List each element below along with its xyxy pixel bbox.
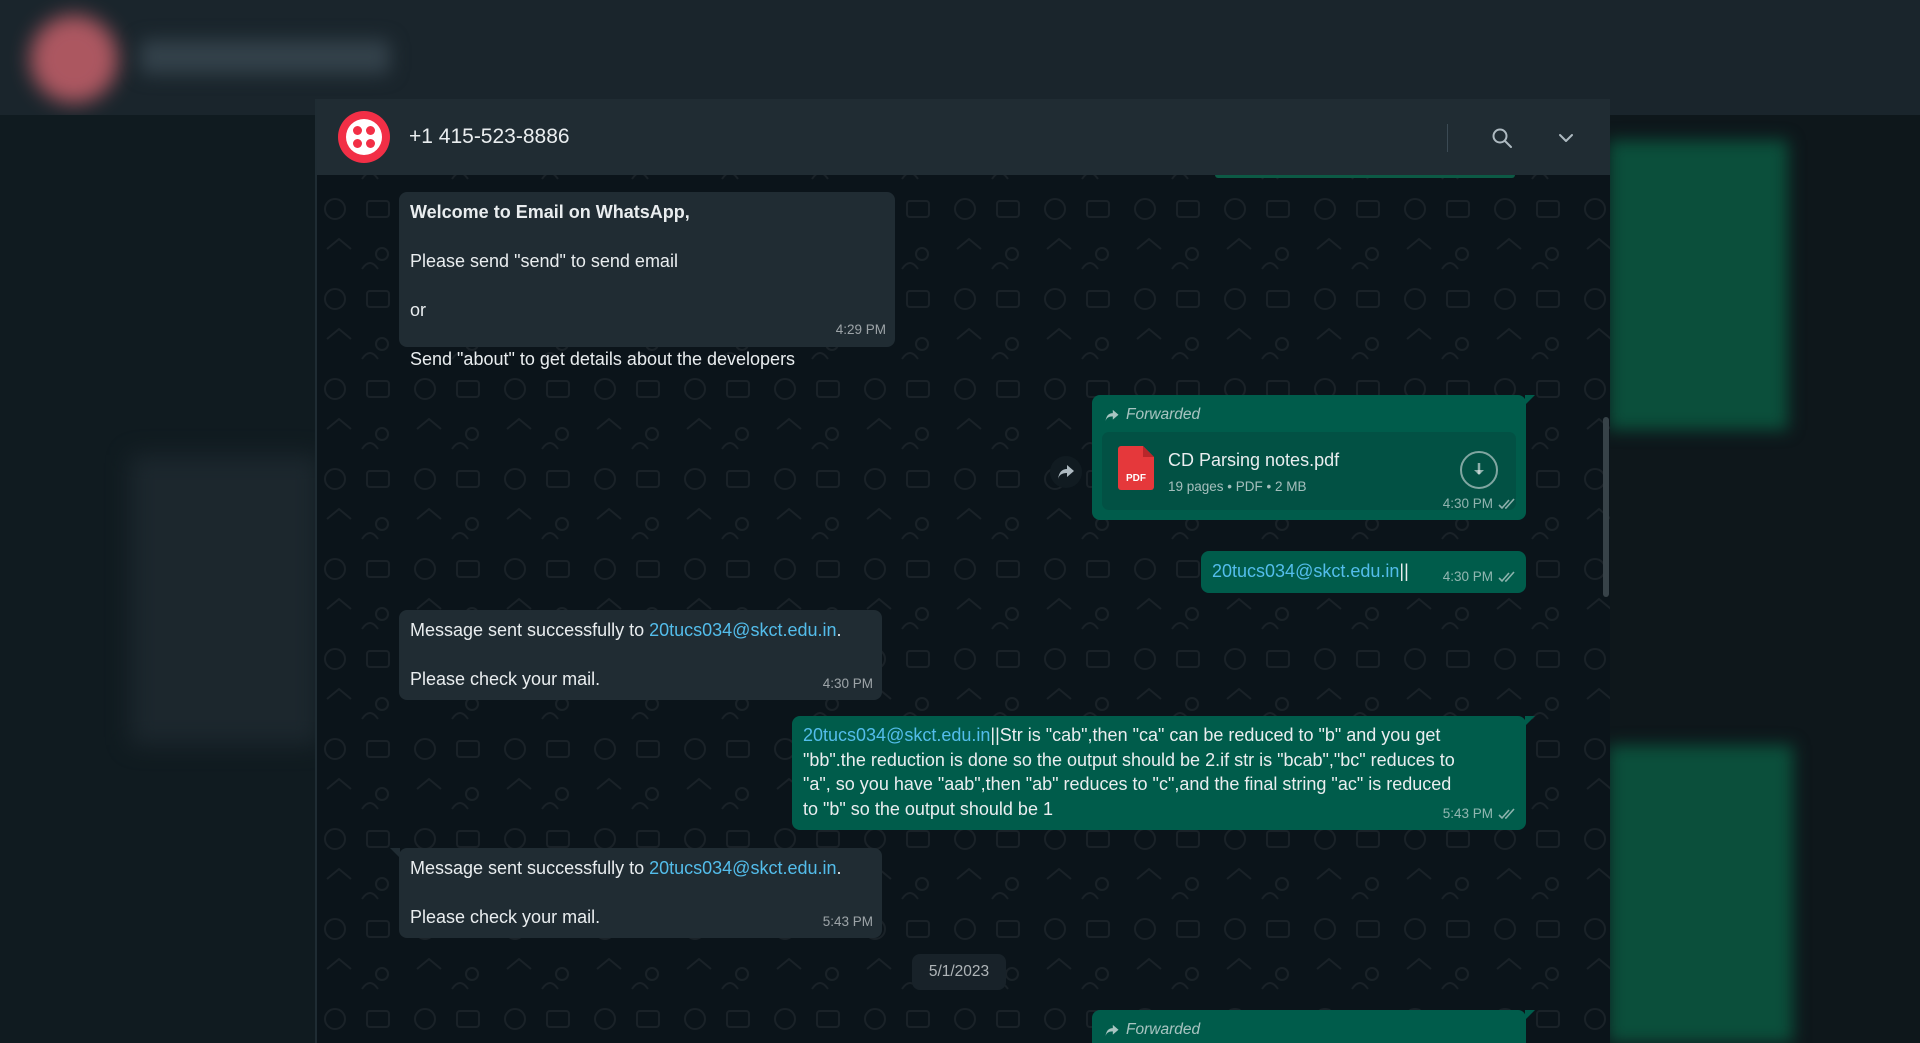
- message-text: "bb".the reduction is done so the output…: [803, 749, 1455, 770]
- incoming-message[interactable]: Message sent successfully to 20tucs034@s…: [390, 848, 882, 938]
- previous-bubble-edge: [1215, 175, 1515, 178]
- avatar-dot: [353, 139, 362, 148]
- download-icon: [1474, 463, 1484, 475]
- time-text: 5:43 PM: [822, 913, 873, 929]
- message-time: 4:30 PM: [1443, 565, 1516, 590]
- email-link[interactable]: 20tucs034@skct.edu.in: [649, 858, 836, 878]
- message-time: 4:30 PM: [823, 672, 873, 697]
- message-text: Please check your mail.: [410, 669, 601, 689]
- forwarded-label: Forwarded: [1104, 403, 1200, 428]
- document-meta: 19 pages • PDF • 2 MB: [1168, 479, 1307, 494]
- background-left-card: [130, 455, 320, 745]
- incoming-message[interactable]: Message sent successfully to 20tucs034@s…: [399, 610, 882, 700]
- time-text: 4:29 PM: [835, 321, 886, 337]
- chat-panel: +1 415-523-8886 Welcome to Email on What…: [315, 99, 1610, 1043]
- double-check-icon: [1498, 571, 1515, 582]
- message-text: Message sent successfully to: [410, 858, 650, 878]
- header-divider: [1447, 124, 1448, 152]
- outgoing-message[interactable]: Forwarded: [1092, 1010, 1535, 1043]
- message-line: 20tucs034@skct.edu.in||Str is "cab",then…: [803, 723, 1515, 748]
- message-time: 4:30 PM: [1443, 492, 1516, 517]
- contact-avatar[interactable]: [338, 111, 390, 163]
- message-time: 5:43 PM: [823, 910, 873, 935]
- message-time: 4:29 PM: [836, 318, 886, 343]
- date-divider: 5/1/2023: [912, 954, 1006, 990]
- message-text: ||: [1399, 561, 1409, 581]
- forwarded-text: Forwarded: [1126, 1021, 1201, 1038]
- bubble-tail: [1525, 1010, 1535, 1020]
- download-button[interactable]: [1460, 451, 1498, 489]
- contact-name[interactable]: +1 415-523-8886: [409, 125, 570, 149]
- outgoing-message[interactable]: 20tucs034@skct.edu.in||Str is "cab",then…: [792, 716, 1535, 830]
- chat-header: +1 415-523-8886: [317, 99, 1610, 175]
- scrollbar[interactable]: [1603, 417, 1609, 597]
- time-text: 4:30 PM: [1442, 568, 1493, 584]
- message-text: "a", so you have "aab",then "ab" reduces…: [803, 774, 1452, 794]
- pdf-icon-label: PDF: [1126, 473, 1146, 484]
- background-green-block: [1608, 140, 1788, 430]
- email-link[interactable]: 20tucs034@skct.edu.in: [1212, 561, 1399, 581]
- message-text: Welcome to Email on WhatsApp,: [410, 202, 690, 222]
- avatar-dot: [353, 126, 362, 135]
- menu-button[interactable]: [1551, 123, 1581, 153]
- bubble-tail: [390, 848, 400, 858]
- email-link[interactable]: 20tucs034@skct.edu.in: [649, 620, 836, 640]
- avatar-logo: [346, 119, 382, 155]
- message-line: Message sent successfully to 20tucs034@s…: [410, 618, 871, 643]
- search-button[interactable]: [1487, 123, 1517, 153]
- avatar-dot: [366, 139, 375, 148]
- email-link[interactable]: 20tucs034@skct.edu.in: [803, 725, 990, 745]
- message-text: .: [836, 858, 842, 878]
- time-text: 4:30 PM: [1442, 495, 1493, 511]
- message-line: Message sent successfully to 20tucs034@s…: [410, 856, 871, 881]
- forwarded-label: Forwarded: [1104, 1018, 1200, 1043]
- avatar-dot: [366, 126, 375, 135]
- pdf-file-icon: PDF: [1118, 446, 1154, 490]
- double-check-icon: [1498, 498, 1515, 509]
- message-text: .: [836, 620, 842, 640]
- background-avatar: [30, 15, 118, 103]
- incoming-message[interactable]: Welcome to Email on WhatsApp, Please sen…: [399, 192, 895, 369]
- forwarded-text: Forwarded: [1126, 406, 1201, 423]
- time-text: 4:30 PM: [822, 675, 873, 691]
- search-icon: [1492, 128, 1512, 148]
- forward-icon: [1058, 465, 1074, 479]
- message-text: to "b" so the output should be 1: [803, 798, 1053, 819]
- message-text: Message sent successfully to: [410, 620, 650, 640]
- background-green-block: [1608, 745, 1793, 1043]
- document-name: CD Parsing notes.pdf: [1168, 450, 1340, 470]
- chevron-down-icon: [1559, 134, 1573, 142]
- time-text: 5:43 PM: [1442, 805, 1493, 821]
- forwarded-icon: [1105, 1024, 1119, 1036]
- message-text: or: [410, 300, 427, 320]
- message-text: Please check your mail.: [410, 907, 601, 927]
- bubble-tail: [1525, 716, 1535, 726]
- double-check-icon: [1498, 808, 1515, 819]
- message-text: Please send "send" to send email: [410, 251, 678, 271]
- outgoing-document-message[interactable]: Forwarded PDF CD Parsing notes.pdf 19 pa…: [1092, 395, 1535, 520]
- bubble-tail: [1525, 395, 1535, 405]
- outgoing-message[interactable]: 20tucs034@skct.edu.in|| 4:30 PM: [1201, 551, 1526, 593]
- message-text: Send "about" to get details about the de…: [410, 349, 796, 369]
- forward-button[interactable]: [1050, 456, 1082, 488]
- message-text: ||Str is "cab",then "ca" can be reduced …: [990, 725, 1441, 745]
- forwarded-icon: [1105, 409, 1119, 421]
- message-time: 5:43 PM: [1443, 802, 1516, 827]
- background-title: [140, 40, 390, 74]
